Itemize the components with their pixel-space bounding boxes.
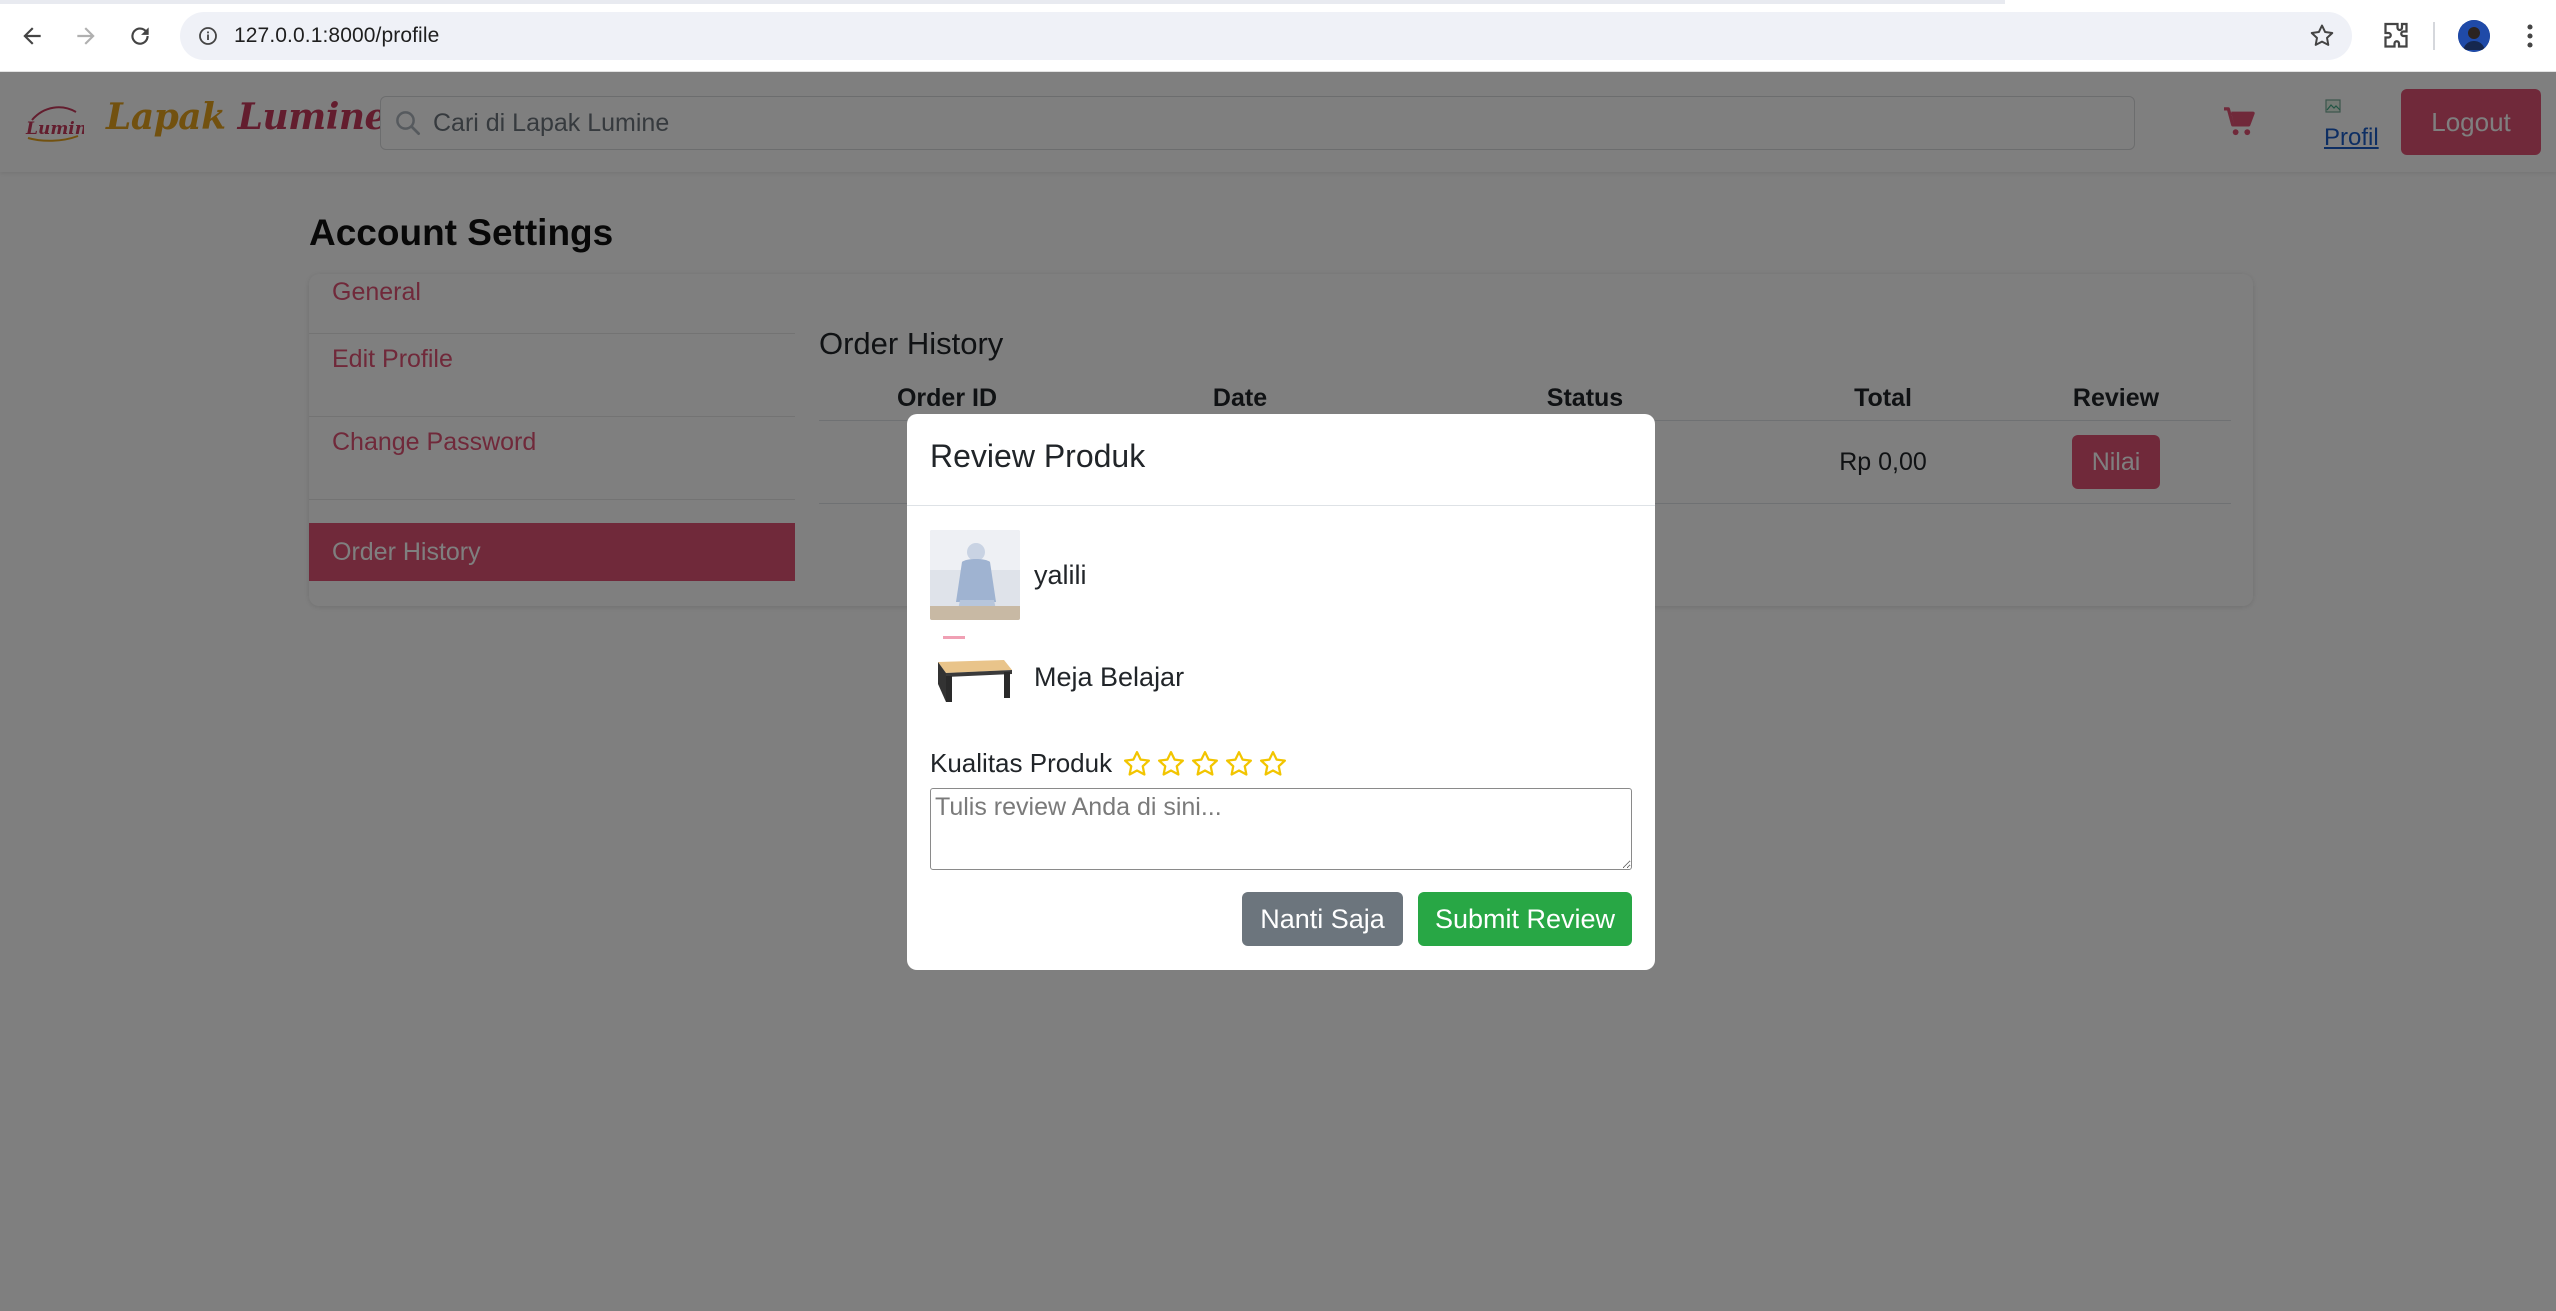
browser-toolbar: 127.0.0.1:8000/profile — [0, 0, 2556, 72]
loading-bar — [0, 0, 2005, 4]
modal-title: Review Produk — [930, 438, 1146, 474]
rating-star-2-icon[interactable] — [1156, 749, 1186, 779]
product-image — [930, 530, 1020, 620]
review-product-item: Meja Belajar — [930, 632, 1184, 722]
browser-profile-avatar[interactable] — [2458, 20, 2490, 52]
modal-header: Review Produk — [907, 414, 1655, 506]
browser-menu-icon[interactable] — [2512, 18, 2548, 54]
rating-label: Kualitas Produk — [930, 748, 1113, 778]
rating-star-5-icon[interactable] — [1258, 749, 1288, 779]
rating-star-1-icon[interactable] — [1122, 749, 1152, 779]
review-modal: Review Produk yalili Meja Belajar Kualit… — [907, 414, 1655, 970]
product-name: yalili — [1034, 559, 1087, 590]
rating-star-4-icon[interactable] — [1224, 749, 1254, 779]
url-text: 127.0.0.1:8000/profile — [234, 24, 440, 47]
toolbar-separator — [2433, 22, 2435, 50]
back-icon[interactable] — [14, 18, 50, 54]
product-image — [930, 632, 1020, 722]
submit-review-button[interactable]: Submit Review — [1418, 892, 1632, 946]
reload-icon[interactable] — [122, 18, 158, 54]
address-bar[interactable]: 127.0.0.1:8000/profile — [180, 12, 2352, 60]
review-product-item: yalili — [930, 530, 1087, 620]
site-info-icon[interactable] — [196, 24, 220, 48]
extensions-icon[interactable] — [2378, 18, 2414, 54]
review-textarea[interactable] — [930, 788, 1632, 870]
rating-row: Kualitas Produk — [930, 748, 1292, 779]
forward-icon[interactable] — [68, 18, 104, 54]
later-button[interactable]: Nanti Saja — [1242, 892, 1403, 946]
bookmark-star-icon[interactable] — [2308, 22, 2336, 50]
rating-star-3-icon[interactable] — [1190, 749, 1220, 779]
product-name: Meja Belajar — [1034, 661, 1185, 692]
